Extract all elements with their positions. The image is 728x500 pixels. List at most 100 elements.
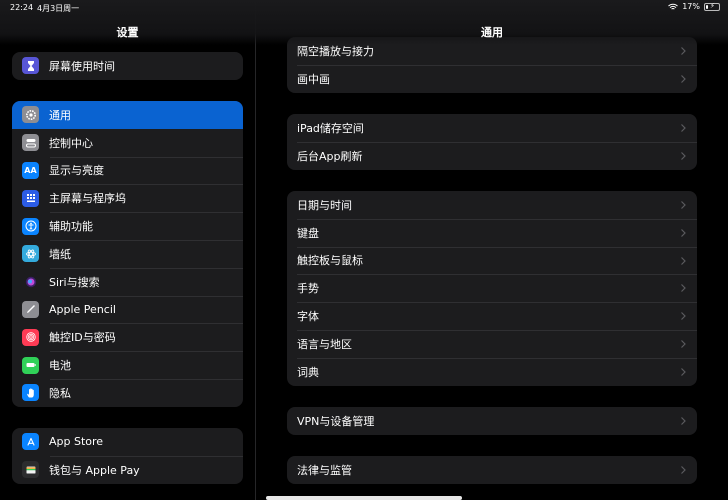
battery-icon: ⚡ bbox=[704, 1, 720, 11]
status-date: 4月3日周一 bbox=[37, 4, 80, 13]
chevron-right-icon bbox=[681, 228, 686, 237]
fingerprint-icon bbox=[22, 328, 39, 346]
sidebar-item-label: 主屏幕与程序坞 bbox=[49, 192, 126, 206]
settings-sidebar: 屏幕使用时间 通用 控制中心 AA 显示与亮度 主屏幕与程序坞 辅助功能 墙纸 … bbox=[0, 0, 255, 500]
detail-item-fonts[interactable]: 字体 bbox=[287, 302, 697, 330]
detail-item-ipad-storage[interactable]: iPad储存空间 bbox=[287, 114, 697, 142]
detail-item-label: iPad储存空间 bbox=[297, 121, 364, 135]
sidebar-item-wallpaper[interactable]: 墙纸 bbox=[12, 239, 243, 268]
detail-item-date-time[interactable]: 日期与时间 bbox=[287, 191, 697, 219]
chevron-right-icon bbox=[681, 466, 686, 474]
sidebar-item-home-screen[interactable]: 主屏幕与程序坞 bbox=[12, 184, 243, 212]
detail-item-dictionary[interactable]: 词典 bbox=[287, 357, 697, 386]
chevron-right-icon bbox=[681, 256, 686, 265]
sidebar-item-label: App Store bbox=[49, 435, 104, 449]
general-detail-pane: 隔空播放与接力 画中画 iPad储存空间 后台App刷新 日期与时间 键盘 触控… bbox=[256, 0, 728, 500]
sidebar-item-privacy[interactable]: 隐私 bbox=[12, 378, 243, 407]
sidebar-item-label: 墙纸 bbox=[49, 247, 71, 261]
sidebar-item-label: 触控ID与密码 bbox=[49, 331, 116, 345]
sidebar-item-battery[interactable]: 电池 bbox=[12, 351, 243, 379]
detail-item-label: 日期与时间 bbox=[297, 198, 352, 212]
detail-item-language-region[interactable]: 语言与地区 bbox=[287, 329, 697, 358]
status-time: 22:24 bbox=[10, 3, 34, 12]
detail-item-label: 词典 bbox=[297, 365, 319, 379]
detail-item-label: 键盘 bbox=[297, 226, 319, 240]
wifi-icon bbox=[668, 3, 679, 10]
appstore-icon bbox=[22, 433, 39, 451]
detail-item-label: VPN与设备管理 bbox=[297, 414, 375, 428]
sidebar-item-accessibility[interactable]: 辅助功能 bbox=[12, 212, 243, 240]
sidebar-item-wallet[interactable]: 钱包与 Apple Pay bbox=[12, 455, 243, 484]
detail-item-label: 手势 bbox=[297, 282, 319, 296]
detail-item-picture-in-picture[interactable]: 画中画 bbox=[287, 64, 697, 93]
sidebar-item-touch-id[interactable]: 触控ID与密码 bbox=[12, 323, 243, 351]
sidebar-item-label: 电池 bbox=[49, 359, 71, 373]
sidebar-item-label: 辅助功能 bbox=[49, 220, 93, 234]
detail-group-vpn: VPN与设备管理 bbox=[287, 407, 697, 435]
detail-group-airplay: 隔空播放与接力 画中画 bbox=[287, 37, 697, 93]
sidebar-group-screen-time: 屏幕使用时间 bbox=[12, 52, 243, 80]
detail-item-gestures[interactable]: 手势 bbox=[287, 274, 697, 302]
chevron-right-icon bbox=[681, 312, 686, 321]
text-size-icon: AA bbox=[22, 161, 39, 179]
detail-item-label: 隔空播放与接力 bbox=[297, 44, 374, 58]
home-indicator bbox=[266, 496, 462, 500]
sidebar-item-label: 屏幕使用时间 bbox=[49, 59, 115, 73]
detail-group-storage: iPad储存空间 后台App刷新 bbox=[287, 114, 697, 170]
page-title: 通用 bbox=[481, 26, 503, 39]
sidebar-item-label: Apple Pencil bbox=[49, 302, 116, 316]
sidebar-item-control-center[interactable]: 控制中心 bbox=[12, 129, 243, 157]
detail-item-vpn-device-management[interactable]: VPN与设备管理 bbox=[287, 407, 697, 435]
battery-level-fill bbox=[706, 4, 708, 9]
status-indicators: 17% ⚡ bbox=[668, 2, 720, 11]
detail-item-keyboard[interactable]: 键盘 bbox=[287, 218, 697, 247]
sidebar-group-store: App Store 钱包与 Apple Pay bbox=[12, 428, 243, 484]
detail-item-airplay-handoff[interactable]: 隔空播放与接力 bbox=[287, 37, 697, 65]
sidebar-group-main: 通用 控制中心 AA 显示与亮度 主屏幕与程序坞 辅助功能 墙纸 Siri与搜索… bbox=[12, 101, 243, 407]
sidebar-item-general[interactable]: 通用 bbox=[12, 101, 243, 129]
detail-group-legal: 法律与监管 bbox=[287, 456, 697, 484]
chevron-right-icon bbox=[681, 124, 686, 132]
hand-icon bbox=[22, 384, 39, 402]
chevron-right-icon bbox=[681, 284, 686, 293]
pencil-icon bbox=[22, 300, 39, 318]
chevron-right-icon bbox=[681, 151, 686, 160]
sidebar-item-app-store[interactable]: App Store bbox=[12, 428, 243, 456]
detail-item-label: 触控板与鼠标 bbox=[297, 254, 363, 268]
battery-percentage: 17% bbox=[682, 2, 700, 11]
chevron-right-icon bbox=[681, 340, 686, 348]
chevron-right-icon bbox=[681, 201, 686, 209]
chevron-right-icon bbox=[681, 74, 686, 83]
sidebar-item-apple-pencil[interactable]: Apple Pencil bbox=[12, 295, 243, 324]
accessibility-icon bbox=[22, 217, 39, 235]
battery-icon bbox=[22, 356, 39, 374]
sidebar-item-display[interactable]: AA 显示与亮度 bbox=[12, 156, 243, 185]
detail-item-label: 字体 bbox=[297, 310, 319, 324]
grid-icon bbox=[22, 189, 39, 207]
wallet-icon bbox=[22, 461, 39, 479]
detail-item-label: 法律与监管 bbox=[297, 463, 352, 477]
sidebar-item-siri[interactable]: Siri与搜索 bbox=[12, 267, 243, 296]
sidebar-item-screen-time[interactable]: 屏幕使用时间 bbox=[12, 52, 243, 80]
gear-icon bbox=[22, 106, 39, 124]
chevron-right-icon bbox=[681, 367, 686, 376]
status-bar: 22:24 4月3日周一 17% ⚡ bbox=[0, 0, 728, 16]
sidebar-item-label: 控制中心 bbox=[49, 136, 93, 150]
flower-icon bbox=[22, 245, 39, 263]
detail-item-label: 语言与地区 bbox=[297, 337, 352, 351]
sidebar-item-label: 隐私 bbox=[49, 386, 71, 400]
charging-bolt-icon: ⚡ bbox=[710, 1, 715, 10]
detail-item-trackpad-mouse[interactable]: 触控板与鼠标 bbox=[287, 246, 697, 275]
detail-item-label: 后台App刷新 bbox=[297, 149, 363, 163]
detail-item-label: 画中画 bbox=[297, 72, 330, 86]
hourglass-icon bbox=[22, 57, 39, 75]
chevron-right-icon bbox=[681, 417, 686, 425]
detail-item-background-refresh[interactable]: 后台App刷新 bbox=[287, 141, 697, 170]
detail-item-legal-regulatory[interactable]: 法律与监管 bbox=[287, 456, 697, 484]
toggles-icon bbox=[22, 134, 39, 152]
sidebar-item-label: Siri与搜索 bbox=[49, 275, 100, 289]
sidebar-title: 设置 bbox=[116, 26, 139, 39]
detail-group-input: 日期与时间 键盘 触控板与鼠标 手势 字体 语言与地区 词典 bbox=[287, 191, 697, 386]
sidebar-item-label: 显示与亮度 bbox=[49, 164, 104, 178]
sidebar-item-label: 通用 bbox=[49, 108, 71, 122]
